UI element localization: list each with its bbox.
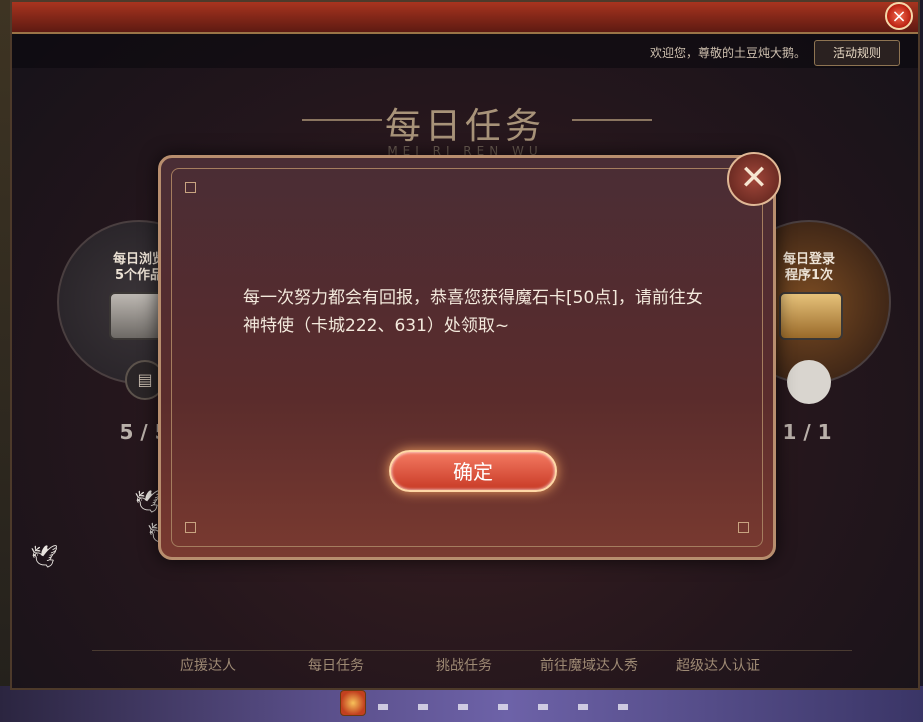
- reward-dialog: 每一次努力都会有回报，恭喜您获得魔石卡[50点]，请前往女神特使（卡城222、6…: [158, 155, 776, 560]
- dialog-message: 每一次努力都会有回报，恭喜您获得魔石卡[50点]，请前往女神特使（卡城222、6…: [243, 288, 703, 336]
- game-app-icon[interactable]: [340, 690, 366, 716]
- page-title: 每日任务: [384, 106, 545, 147]
- nav-item-goto-show[interactable]: 前往魔域达人秀: [540, 655, 638, 675]
- dialog-corner: [185, 182, 196, 193]
- dialog-close-icon[interactable]: ✕: [727, 152, 781, 206]
- nav-item-challenge[interactable]: 挑战任务: [436, 655, 492, 675]
- dialog-corner: [738, 522, 749, 533]
- activity-rules-button[interactable]: 活动规则: [814, 40, 900, 66]
- nav-item-support[interactable]: 应援达人: [180, 655, 236, 675]
- bottom-nav: 应援达人 每日任务 挑战任务 前往魔域达人秀 超级达人认证: [92, 650, 852, 679]
- welcome-text: 欢迎您，尊敬的土豆炖大鹅。: [649, 46, 806, 60]
- dialog-corner: [185, 522, 196, 533]
- nav-item-certification[interactable]: 超级达人认证: [676, 655, 760, 675]
- qr-code-icon: [787, 360, 831, 404]
- game-background-bottom: [0, 686, 923, 722]
- bird-decoration-icon: 🕊: [30, 545, 58, 570]
- window-title-bar: [12, 2, 918, 34]
- window-close-icon[interactable]: ×: [885, 2, 913, 30]
- nav-item-daily-tasks[interactable]: 每日任务: [308, 655, 364, 675]
- gold-chest-icon: [779, 292, 843, 340]
- confirm-button[interactable]: 确定: [389, 450, 557, 492]
